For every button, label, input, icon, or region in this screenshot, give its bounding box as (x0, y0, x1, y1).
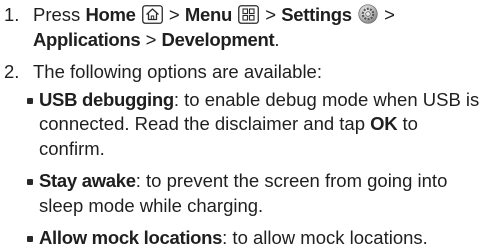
document-page: 1. Press Home > Menu > Settings > Applic… (0, 0, 485, 248)
step-number: 1. (4, 4, 20, 25)
step-1: 1. Press Home > Menu > Settings > Applic… (4, 3, 481, 52)
bullet (27, 236, 33, 242)
home-key-label: Home (85, 4, 136, 25)
step-number: 2. (4, 61, 20, 82)
press-text: Press (33, 4, 81, 25)
option-usb-debugging: USB debugging: to enable debug mode when… (27, 88, 481, 162)
separator: > (384, 4, 395, 25)
applications-label: Applications (33, 28, 141, 50)
step-1-text: Press Home > Menu > Settings > Applicati… (33, 3, 481, 52)
settings-label: Settings (281, 4, 352, 25)
period: . (274, 28, 280, 50)
settings-gear-icon (358, 4, 378, 24)
ok-label: OK (370, 113, 398, 134)
development-label: Development (161, 28, 275, 50)
separator: > (145, 28, 157, 50)
bullet (27, 179, 33, 185)
menu-grid-icon (238, 5, 260, 24)
separator: > (265, 4, 277, 25)
menu-key-label: Menu (184, 4, 232, 25)
step-2-intro: The following options are available: (33, 61, 322, 82)
option-allow-mock-locations: Allow mock locations: to allow mock loca… (27, 226, 481, 251)
home-icon (141, 5, 163, 24)
bullet (27, 97, 33, 104)
option-title: Stay awake (39, 170, 136, 191)
option-stay-awake: Stay awake: to prevent the screen from g… (27, 169, 481, 218)
separator: > (168, 4, 180, 25)
option-description: : to allow mock locations. (222, 227, 428, 248)
step-2: 2. The following options are available: … (4, 60, 481, 251)
option-title: USB debugging (39, 88, 174, 110)
option-title: Allow mock locations (39, 227, 223, 248)
